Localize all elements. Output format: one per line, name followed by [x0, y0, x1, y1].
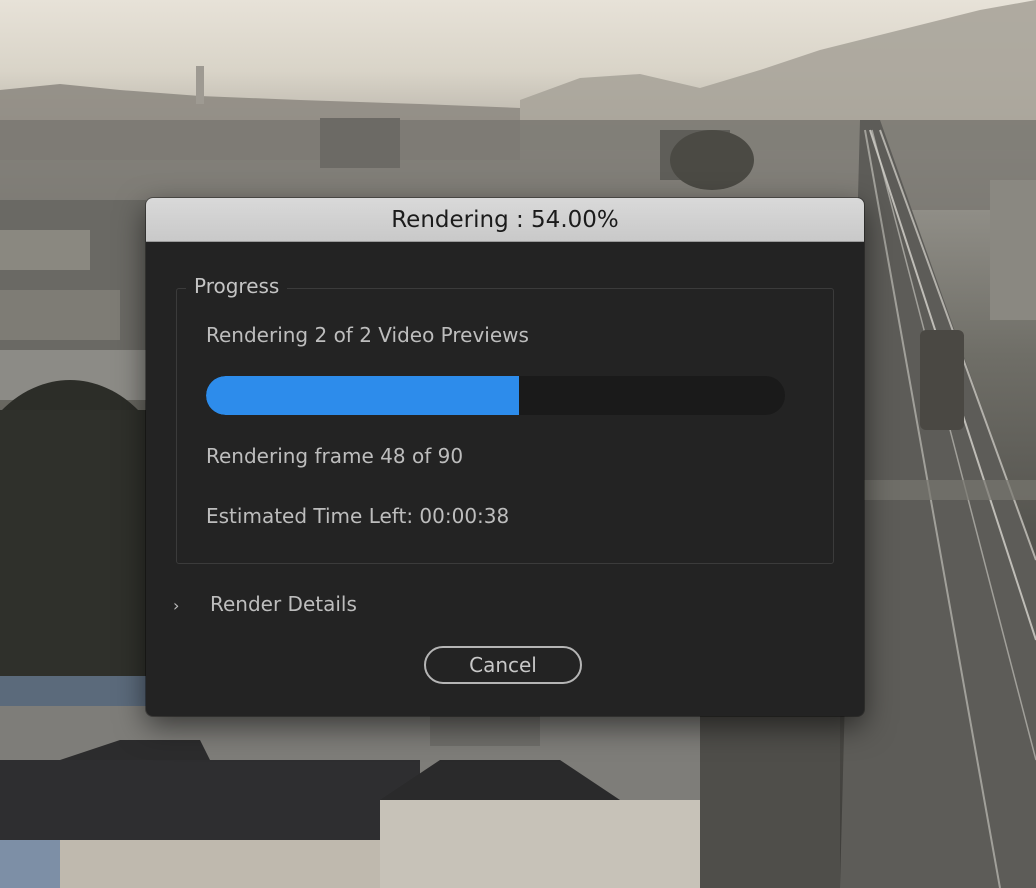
- cancel-button[interactable]: Cancel: [424, 646, 582, 684]
- time-left-text: Estimated Time Left: 00:00:38: [206, 504, 510, 528]
- render-status-text: Rendering 2 of 2 Video Previews: [206, 323, 529, 347]
- render-details-toggle[interactable]: Render Details: [210, 592, 357, 616]
- dialog-title: Rendering : 54.00%: [146, 198, 864, 242]
- rendering-dialog: Rendering : 54.00% Progress Rendering 2 …: [146, 198, 864, 716]
- progress-group-label: Progress: [186, 274, 288, 298]
- frame-status-text: Rendering frame 48 of 90: [206, 444, 464, 468]
- render-progress-fill: [206, 376, 519, 415]
- chevron-right-icon[interactable]: ›: [173, 596, 179, 615]
- render-progress-bar: [206, 376, 785, 415]
